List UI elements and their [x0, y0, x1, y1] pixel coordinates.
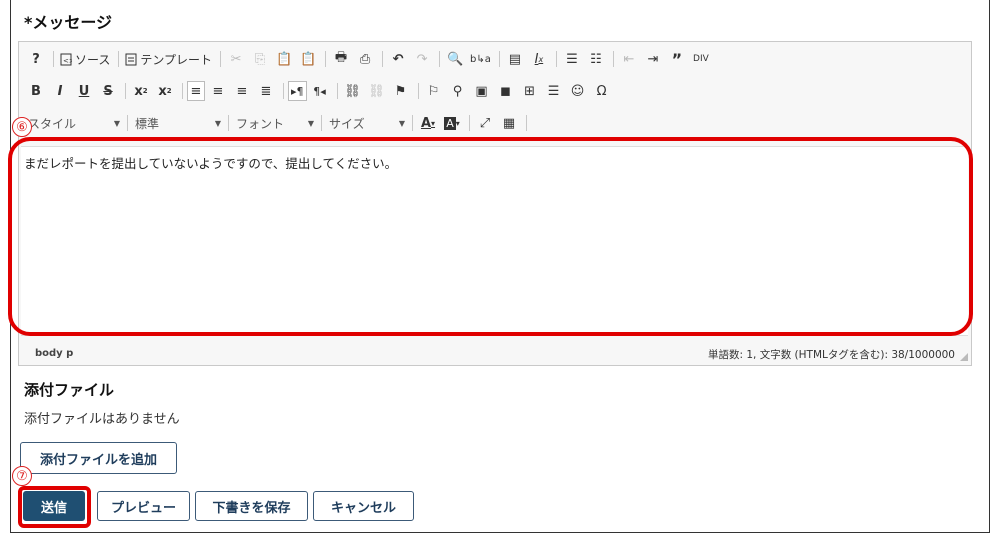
- annotation-highlight-editor: [8, 137, 973, 336]
- outdent-icon[interactable]: ⇤: [618, 49, 640, 69]
- chevron-down-icon: ▼: [113, 118, 120, 128]
- remove-format-icon[interactable]: Ix: [528, 49, 550, 69]
- annotation-marker-6: ⑥: [12, 117, 32, 137]
- template-icon: [125, 53, 137, 65]
- size-label: サイズ: [329, 116, 365, 131]
- align-left-icon[interactable]: ≡: [187, 81, 205, 101]
- source-label: ソース: [75, 52, 111, 67]
- message-label: *メッセージ: [24, 13, 113, 32]
- chevron-down-icon: ▼: [307, 118, 314, 128]
- find-icon[interactable]: 🔍: [444, 49, 466, 69]
- subscript-icon[interactable]: x2: [130, 81, 152, 101]
- copy-icon[interactable]: ⎘: [249, 49, 271, 69]
- resize-grip-icon[interactable]: [960, 353, 968, 361]
- unlink-icon[interactable]: ⛓: [366, 81, 388, 101]
- ltr-icon[interactable]: ▸¶: [288, 81, 307, 101]
- video-icon[interactable]: ◼: [495, 81, 517, 101]
- format-label: 標準: [135, 116, 160, 131]
- toolbar-row-1: ? <> ソース テンプレート ✂ ⎘ 📋 📋 🖶 ⎙ ↶ ↷ 🔍 b↳a ▤ …: [25, 48, 714, 70]
- maximize-icon[interactable]: ⤢: [474, 113, 496, 133]
- print-icon[interactable]: 🖶: [330, 49, 352, 69]
- template-button[interactable]: テンプレート: [123, 49, 214, 69]
- pin-icon[interactable]: ⚲: [447, 81, 469, 101]
- attachments-title: 添付ファイル: [24, 381, 115, 399]
- attachments-empty-text: 添付ファイルはありません: [24, 412, 180, 427]
- flag-icon[interactable]: ⚐: [423, 81, 445, 101]
- add-attachment-button[interactable]: 添付ファイルを追加: [20, 442, 177, 474]
- align-right-icon[interactable]: ≡: [231, 81, 253, 101]
- justify-icon[interactable]: ≣: [255, 81, 277, 101]
- bold-icon[interactable]: B: [25, 81, 47, 101]
- size-dropdown[interactable]: サイズ ▼: [326, 114, 408, 132]
- select-all-icon[interactable]: ▤: [504, 49, 526, 69]
- svg-text:<>: <>: [63, 57, 72, 65]
- text-color-icon[interactable]: A ▾: [417, 113, 439, 133]
- bulleted-list-icon[interactable]: ☷: [585, 49, 607, 69]
- style-label: スタイル: [28, 116, 77, 131]
- save-draft-button[interactable]: 下書きを保存: [195, 491, 308, 521]
- toolbar-row-2: B I U S x2 x2 ≡ ≡ ≡ ≣ ▸¶ ¶◂ ⛓ ⛓ ⚑ ⚐ ⚲ ▣ …: [25, 80, 615, 102]
- source-button[interactable]: <> ソース: [58, 49, 112, 69]
- chevron-down-icon: ▼: [214, 118, 221, 128]
- numbered-list-icon[interactable]: ☰: [561, 49, 583, 69]
- preview-button[interactable]: プレビュー: [97, 491, 190, 521]
- chevron-down-icon: ▼: [398, 118, 405, 128]
- div-icon[interactable]: DIV: [690, 49, 712, 69]
- paste-icon[interactable]: 📋: [273, 49, 295, 69]
- italic-icon[interactable]: I: [49, 81, 71, 101]
- table-icon[interactable]: ⊞: [519, 81, 541, 101]
- source-icon: <>: [60, 53, 72, 65]
- format-dropdown[interactable]: 標準 ▼: [132, 114, 224, 132]
- font-dropdown[interactable]: フォント ▼: [233, 114, 317, 132]
- annotation-highlight-send: [18, 486, 91, 528]
- replace-icon[interactable]: b↳a: [468, 49, 493, 69]
- indent-icon[interactable]: ⇥: [642, 49, 664, 69]
- link-icon[interactable]: ⛓: [342, 81, 364, 101]
- redo-icon[interactable]: ↷: [411, 49, 433, 69]
- rtl-icon[interactable]: ¶◂: [309, 81, 331, 101]
- word-count: 単語数: 1, 文字数 (HTMLタグを含む): 38/1000000: [707, 349, 955, 361]
- template-label: テンプレート: [140, 52, 213, 67]
- help-icon[interactable]: ?: [25, 49, 47, 69]
- special-char-icon[interactable]: Ω: [591, 81, 613, 101]
- cancel-button[interactable]: キャンセル: [313, 491, 414, 521]
- font-label: フォント: [236, 116, 285, 131]
- underline-icon[interactable]: U: [73, 81, 95, 101]
- align-center-icon[interactable]: ≡: [207, 81, 229, 101]
- bg-color-icon[interactable]: A ▾: [441, 113, 463, 133]
- element-path[interactable]: body p: [35, 348, 73, 359]
- undo-icon[interactable]: ↶: [387, 49, 409, 69]
- annotation-marker-7: ⑦: [12, 466, 32, 486]
- cut-icon[interactable]: ✂: [225, 49, 247, 69]
- blockquote-icon[interactable]: ”: [666, 49, 688, 69]
- editor-statusbar: body p 単語数: 1, 文字数 (HTMLタグを含む): 38/10000…: [19, 340, 971, 364]
- show-blocks-icon[interactable]: ▦: [498, 113, 520, 133]
- style-dropdown[interactable]: スタイル ▼: [25, 114, 123, 132]
- find-doc-icon[interactable]: ⎙: [354, 49, 376, 69]
- horizontal-rule-icon[interactable]: ☰: [543, 81, 565, 101]
- smiley-icon[interactable]: ☺: [567, 81, 589, 101]
- paste-text-icon[interactable]: 📋: [297, 49, 319, 69]
- strikethrough-icon[interactable]: S: [97, 81, 119, 101]
- superscript-icon[interactable]: x2: [154, 81, 176, 101]
- toolbar-row-3: スタイル ▼ 標準 ▼ フォント ▼ サイズ ▼ A ▾ A ▾ ⤢ ▦: [25, 112, 531, 134]
- image-icon[interactable]: ▣: [471, 81, 493, 101]
- anchor-flag-icon[interactable]: ⚑: [390, 81, 412, 101]
